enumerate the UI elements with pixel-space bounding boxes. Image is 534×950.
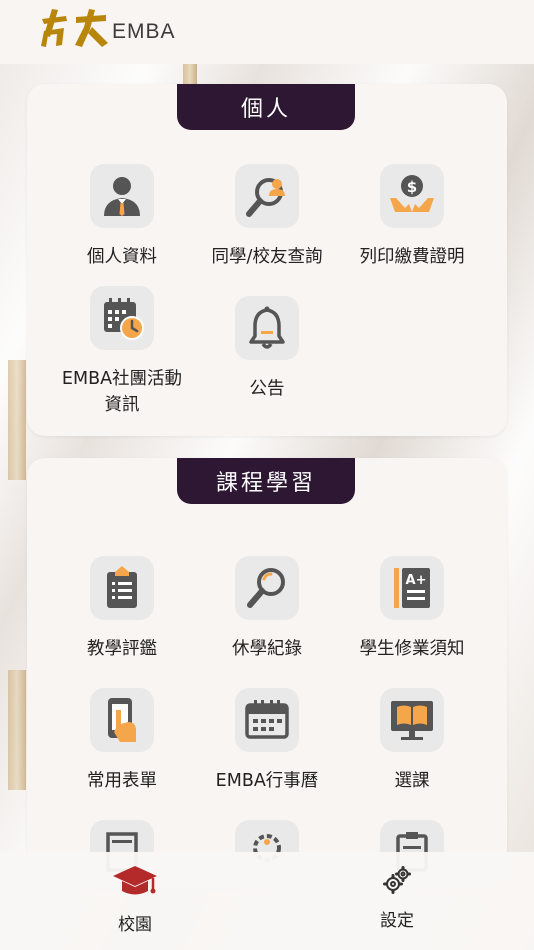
menu-item-label: 公告 — [249, 379, 285, 399]
decor-strip — [8, 670, 26, 790]
graduation-cap-icon — [113, 866, 157, 895]
grade-doc-icon: A+ — [394, 568, 430, 608]
menu-item-label: 教學評鑑 — [87, 639, 157, 659]
menu-item-label: 同學/校友查詢 — [211, 247, 323, 267]
section-title: 課程學習 — [177, 458, 355, 504]
menu-item-label: 休學紀錄 — [232, 639, 302, 659]
tab-settings-label: 設定 — [380, 911, 414, 931]
menu-item-label: EMBA行事曆 — [215, 771, 319, 791]
tab-settings[interactable]: 設定 — [342, 866, 452, 931]
phone-hand-icon — [108, 698, 136, 742]
person-icon — [104, 177, 140, 216]
tab-campus-label: 校園 — [118, 915, 152, 935]
menu-item-label: 列印繳費證明 — [359, 247, 465, 267]
bell-icon — [249, 306, 285, 349]
menu-item-personal-info[interactable]: 個人資料 — [44, 164, 200, 270]
menu-item-teaching-evaluation[interactable]: 教學評鑑 — [44, 556, 200, 662]
calendar-clock-icon — [104, 298, 144, 340]
logo-calligraphy-icon — [41, 9, 108, 47]
menu-item-study-guidelines[interactable]: A+ 學生修業須知 — [334, 556, 490, 662]
menu-item-label: 個人資料 — [87, 247, 157, 267]
menu-item-print-payment[interactable]: $ 列印繳費證明 — [334, 164, 490, 270]
menu-item-leave-records[interactable]: 休學紀錄 — [189, 556, 345, 662]
bottom-tab-bar: 校園 設定 — [0, 852, 534, 950]
logo-text: EMBA — [112, 20, 176, 43]
menu-item-course-selection[interactable]: 選課 — [334, 688, 490, 794]
ntu-emba-logo: EMBA — [36, 6, 176, 52]
menu-item-emba-calendar[interactable]: EMBA行事曆 — [189, 688, 345, 794]
decor-strip — [183, 64, 197, 86]
tab-campus[interactable]: 校園 — [80, 860, 190, 935]
section-course-learning: 課程學習 教學評鑑 休學紀錄 A+ 學生修業須知 常用表單 EMBA行事曆 選課 — [27, 458, 507, 888]
clipboard-list-icon — [107, 566, 137, 608]
gear-icon — [383, 866, 411, 894]
menu-item-classmate-search[interactable]: 同學/校友查詢 — [189, 164, 345, 270]
payment-hands-icon: $ — [390, 175, 434, 212]
svg-text:A+: A+ — [406, 573, 427, 588]
decor-strip — [8, 360, 26, 480]
app-header: EMBA — [0, 0, 534, 64]
svg-text:$: $ — [407, 178, 417, 196]
magnifier-icon — [247, 568, 285, 608]
menu-item-label: 常用表單 — [87, 771, 157, 791]
menu-item-announcements[interactable]: 公告 — [189, 296, 345, 402]
menu-item-common-forms[interactable]: 常用表單 — [44, 688, 200, 794]
menu-item-label: 選課 — [394, 771, 430, 791]
menu-item-label: EMBA社團活動 資訊 — [61, 369, 183, 415]
people-search-icon — [246, 178, 285, 217]
section-personal: 個人 個人資料 同學/校友查詢 $ 列印繳費證明 EMBA社團活動 資訊 公告 — [27, 84, 507, 436]
section-title: 個人 — [177, 84, 355, 130]
menu-item-label: 學生修業須知 — [359, 639, 465, 659]
menu-item-club-activities[interactable]: EMBA社團活動 資訊 — [44, 286, 200, 418]
book-monitor-icon — [391, 701, 433, 740]
calendar-icon — [245, 700, 289, 739]
